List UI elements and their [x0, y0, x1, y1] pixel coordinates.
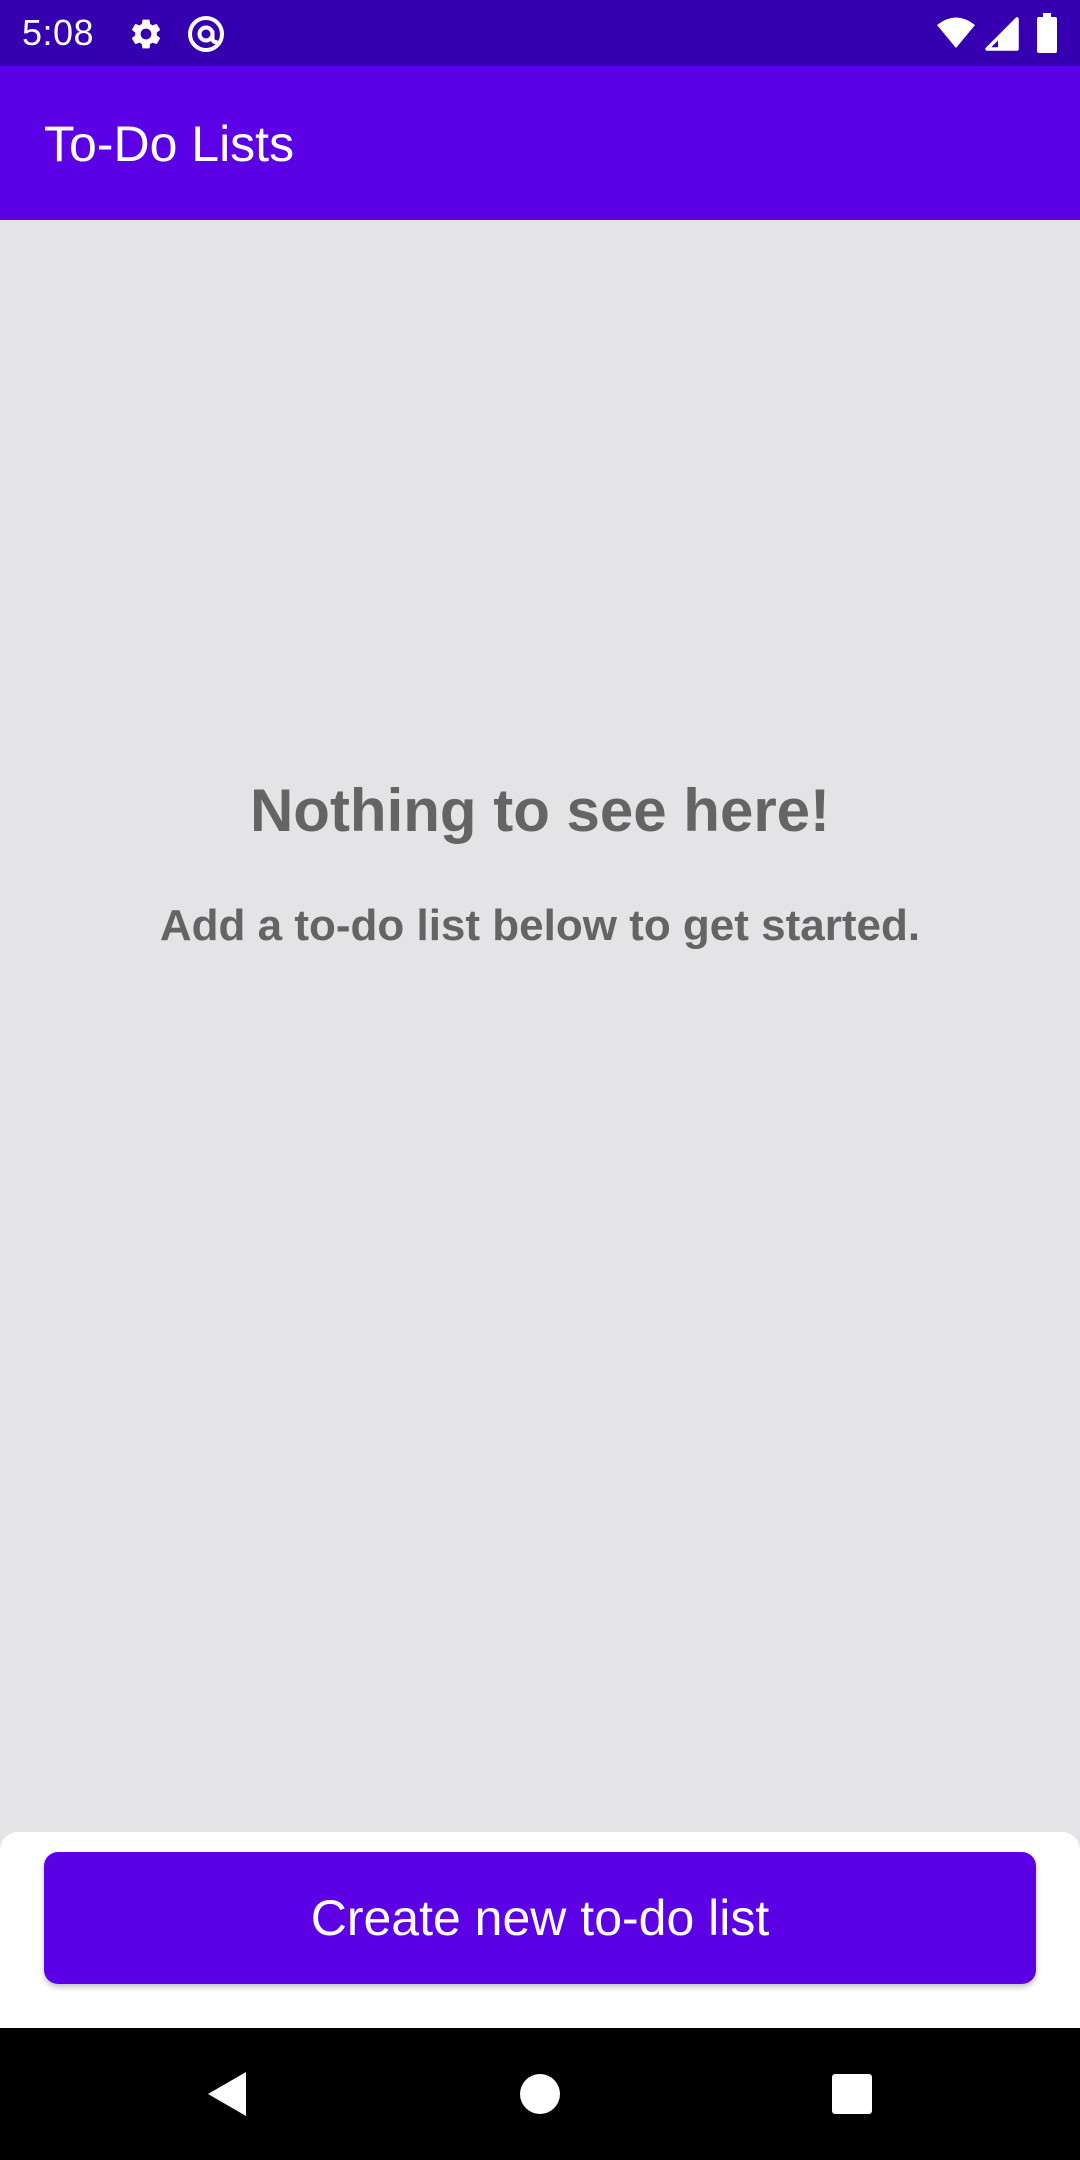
empty-state-title: Nothing to see here!: [249, 777, 831, 844]
battery-icon: [1036, 13, 1058, 58]
recents-button[interactable]: [812, 2054, 892, 2134]
page-title: To-Do Lists: [44, 116, 295, 172]
status-bar: 5:08: [0, 0, 1080, 66]
at-sign-icon: [186, 14, 226, 59]
back-icon: [208, 2072, 246, 2116]
wifi-icon: [936, 16, 976, 55]
create-new-list-button[interactable]: Create new to-do list: [44, 1852, 1036, 1984]
home-icon: [520, 2074, 560, 2114]
empty-state-subtitle: Add a to-do list below to get started.: [159, 901, 921, 950]
status-time: 5:08: [22, 12, 95, 53]
recents-icon: [832, 2074, 872, 2114]
signal-icon: [984, 17, 1020, 56]
back-button[interactable]: [186, 2054, 266, 2134]
empty-state-area: [0, 220, 1080, 1832]
gear-icon: [128, 16, 164, 57]
app-bar: To-Do Lists: [0, 66, 1080, 220]
bottom-action-panel: Create new to-do list: [0, 1832, 1080, 2028]
system-nav-bar: [0, 2028, 1080, 2160]
home-button[interactable]: [500, 2054, 580, 2134]
